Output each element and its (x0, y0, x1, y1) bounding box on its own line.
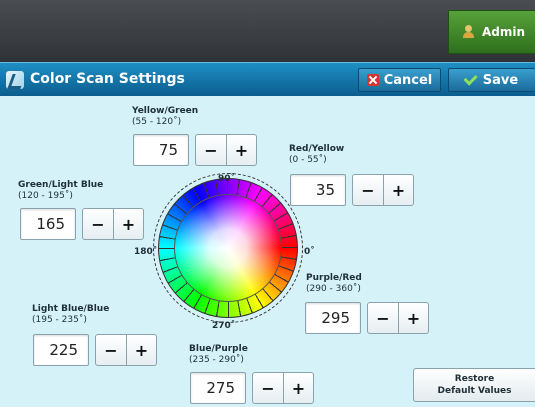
blue-purple-value-field[interactable]: 275 (190, 372, 246, 404)
angle-label-90: 90˚ (218, 174, 236, 184)
purple-red-control: 295 − + (305, 302, 429, 334)
admin-label: Admin (482, 25, 526, 39)
admin-user-icon (463, 25, 479, 39)
green-lightblue-increment-button[interactable]: + (113, 209, 143, 239)
lightblue-blue-range: (195 - 235˚) (32, 315, 87, 325)
yellow-green-stepper: − + (195, 134, 257, 166)
cancel-label: Cancel (383, 72, 433, 88)
blue-purple-stepper: − + (252, 372, 314, 404)
yellow-green-label: Yellow/Green (132, 106, 199, 116)
restore-label-line1: Restore (454, 374, 495, 384)
color-wheel (153, 173, 303, 323)
blue-purple-decrement-button[interactable]: − (253, 373, 283, 403)
angle-label-0: 0˚ (304, 247, 315, 257)
green-lightblue-label: Green/Light Blue (18, 180, 104, 190)
save-label: Save (482, 72, 519, 88)
checkmark-icon (463, 71, 478, 86)
restore-label-line2: Default Values (437, 386, 512, 396)
purple-red-range: (290 - 360˚) (306, 284, 361, 294)
lightblue-blue-increment-button[interactable]: + (126, 335, 156, 365)
lightblue-blue-value-field[interactable]: 225 (33, 334, 89, 366)
cancel-button[interactable]: Cancel (358, 68, 441, 92)
save-button[interactable]: Save (448, 68, 535, 92)
yellow-green-control: 75 − + (133, 134, 257, 166)
green-lightblue-value-field[interactable]: 165 (20, 208, 76, 240)
red-yellow-control: 35 − + (290, 174, 414, 206)
lightblue-blue-stepper: − + (95, 334, 157, 366)
lightblue-blue-label: Light Blue/Blue (32, 304, 110, 314)
angle-label-180: 180˚ (134, 247, 158, 257)
purple-red-increment-button[interactable]: + (398, 303, 428, 333)
color-scan-icon (6, 71, 24, 89)
blue-purple-increment-button[interactable]: + (283, 373, 313, 403)
purple-red-decrement-button[interactable]: − (368, 303, 398, 333)
blue-purple-label: Blue/Purple (189, 344, 248, 354)
purple-red-value-field[interactable]: 295 (305, 302, 361, 334)
close-icon (366, 74, 379, 86)
settings-panel: Yellow/Green (55 - 120˚) 75 − + Red/Yell… (0, 96, 535, 407)
yellow-green-range: (55 - 120˚) (132, 117, 182, 127)
blue-purple-range: (235 - 290˚) (189, 355, 244, 365)
color-wheel-inner-disc (174, 194, 282, 302)
purple-red-label: Purple/Red (306, 273, 362, 283)
green-lightblue-range: (120 - 195˚) (18, 191, 73, 201)
yellow-green-value-field[interactable]: 75 (133, 134, 189, 166)
restore-default-values-button[interactable]: Restore Default Values (413, 368, 535, 402)
red-yellow-label: Red/Yellow (289, 144, 345, 154)
green-lightblue-decrement-button[interactable]: − (83, 209, 113, 239)
title-bar: Color Scan Settings Cancel Save (0, 62, 535, 96)
admin-button[interactable]: Admin (448, 10, 535, 54)
lightblue-blue-decrement-button[interactable]: − (96, 335, 126, 365)
green-lightblue-control: 165 − + (20, 208, 144, 240)
angle-label-270: 270˚ (212, 321, 236, 331)
purple-red-stepper: − + (367, 302, 429, 334)
red-yellow-increment-button[interactable]: + (383, 175, 413, 205)
yellow-green-decrement-button[interactable]: − (196, 135, 226, 165)
red-yellow-stepper: − + (352, 174, 414, 206)
red-yellow-value-field[interactable]: 35 (290, 174, 346, 206)
red-yellow-decrement-button[interactable]: − (353, 175, 383, 205)
blue-purple-control: 275 − + (190, 372, 314, 404)
lightblue-blue-control: 225 − + (33, 334, 157, 366)
red-yellow-range: (0 - 55˚) (289, 155, 327, 165)
green-lightblue-stepper: − + (82, 208, 144, 240)
page-title: Color Scan Settings (30, 71, 185, 87)
device-top-bar: Admin (0, 0, 535, 62)
yellow-green-increment-button[interactable]: + (226, 135, 256, 165)
